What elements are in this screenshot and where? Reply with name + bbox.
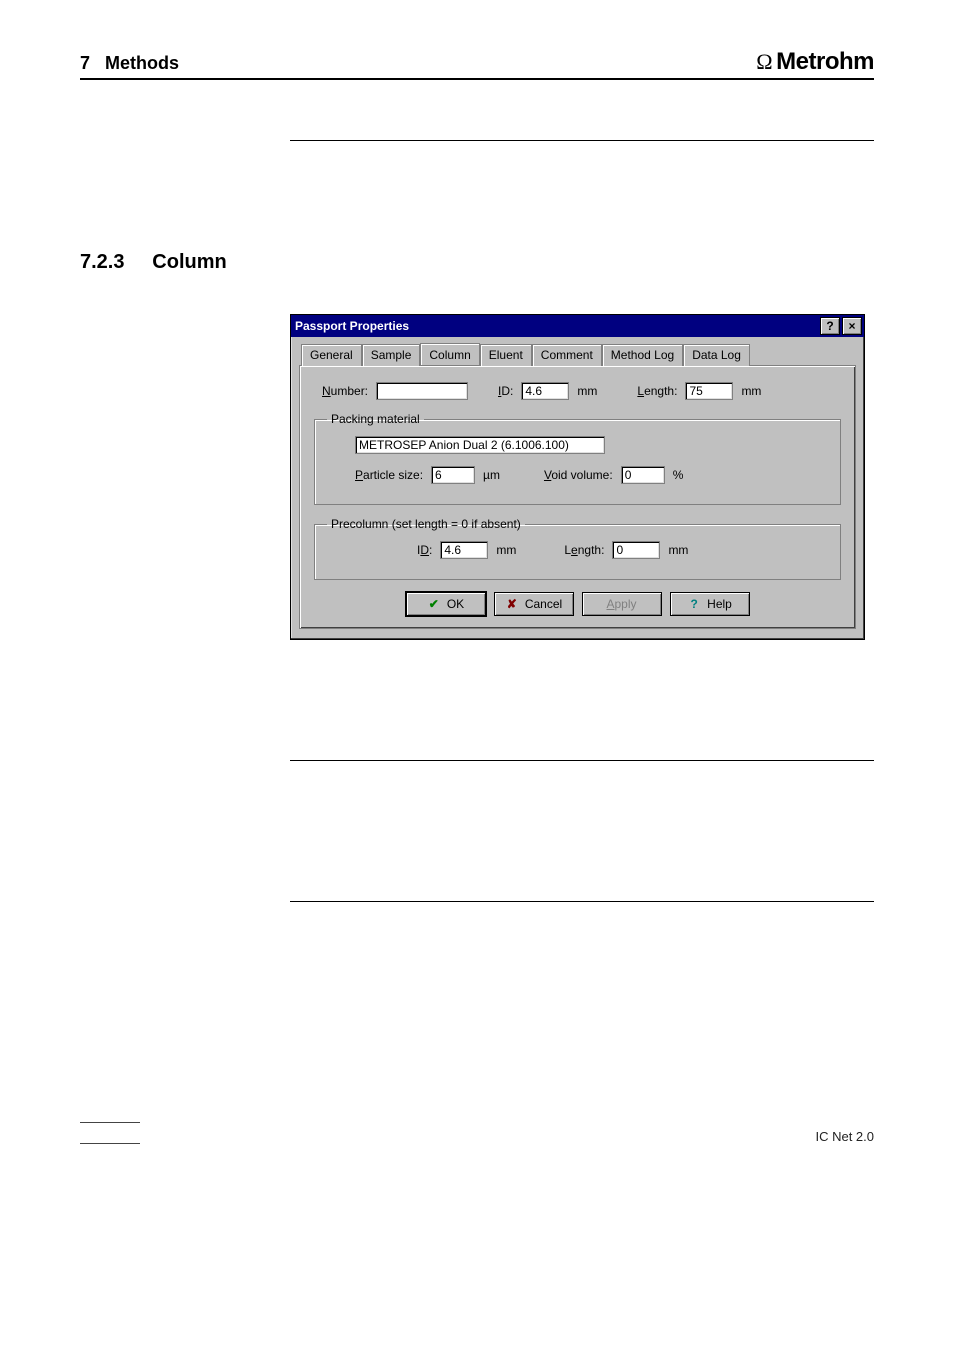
help-label: Help	[707, 597, 732, 611]
precolumn-id-unit: mm	[496, 543, 516, 557]
particle-unit: µm	[483, 468, 500, 482]
section-name: Methods	[105, 53, 179, 73]
ok-label: OK	[447, 597, 464, 611]
cross-icon: ✘	[505, 597, 519, 611]
divider	[290, 901, 874, 902]
tab-column[interactable]: Column	[420, 343, 479, 365]
brand-text: Metrohm	[776, 48, 874, 76]
apply-button[interactable]: Apply	[582, 592, 662, 616]
number-input[interactable]	[376, 382, 468, 400]
tab-panel-column: Number: ID: mm Length: mm Pa	[299, 365, 856, 629]
page-footer: IC Net 2.0	[80, 1122, 874, 1144]
cancel-button[interactable]: ✘ Cancel	[494, 592, 574, 616]
check-icon: ✔	[427, 597, 441, 611]
void-volume-input[interactable]	[621, 466, 665, 484]
length-unit: mm	[741, 384, 761, 398]
dialog-titlebar: Passport Properties ? ×	[291, 315, 864, 337]
precolumn-id-label: ID:	[417, 543, 432, 557]
page-header: 7 Methods ΩMetrohm	[80, 48, 874, 80]
id-unit: mm	[577, 384, 597, 398]
tab-strip: General Sample Column Eluent Comment Met…	[299, 343, 856, 365]
precolumn-group: Precolumn (set length = 0 if absent) ID:…	[314, 517, 841, 580]
omega-icon: Ω	[756, 49, 772, 75]
number-label: Number:	[322, 384, 368, 398]
tab-method-log[interactable]: Method Log	[602, 344, 683, 366]
ok-button[interactable]: ✔ OK	[406, 592, 486, 616]
help-button[interactable]: ? Help	[670, 592, 750, 616]
packing-legend: Packing material	[327, 412, 424, 426]
apply-label: Apply	[606, 597, 636, 611]
precolumn-length-input[interactable]	[612, 541, 660, 559]
id-label: ID:	[498, 384, 513, 398]
precolumn-legend: Precolumn (set length = 0 if absent)	[327, 517, 525, 531]
divider	[290, 760, 874, 761]
subsection-number: 7.2.3	[80, 251, 124, 273]
brand-logo: ΩMetrohm	[756, 48, 874, 76]
precolumn-length-unit: mm	[668, 543, 688, 557]
divider	[290, 140, 874, 141]
id-input[interactable]	[521, 382, 569, 400]
packing-name-input[interactable]	[355, 436, 605, 454]
section-number: 7	[80, 53, 90, 73]
void-volume-label: Void volume:	[544, 468, 613, 482]
subsection-heading: 7.2.3 Column	[80, 251, 874, 274]
tab-data-log[interactable]: Data Log	[683, 344, 750, 366]
tab-general[interactable]: General	[301, 344, 362, 366]
cancel-label: Cancel	[525, 597, 562, 611]
dialog-buttons: ✔ OK ✘ Cancel Apply ?	[314, 592, 841, 616]
precolumn-length-label: Length:	[564, 543, 604, 557]
section-breadcrumb: 7 Methods	[80, 53, 179, 74]
question-icon: ?	[687, 597, 701, 611]
particle-size-input[interactable]	[431, 466, 475, 484]
length-input[interactable]	[685, 382, 733, 400]
particle-size-label: Particle size:	[355, 468, 423, 482]
footer-product: IC Net 2.0	[815, 1129, 874, 1144]
precolumn-id-input[interactable]	[440, 541, 488, 559]
close-title-button[interactable]: ×	[842, 317, 862, 335]
help-title-button[interactable]: ?	[820, 317, 840, 335]
void-unit: %	[673, 468, 684, 482]
subsection-title: Column	[152, 251, 226, 273]
tab-sample[interactable]: Sample	[362, 344, 421, 366]
tab-eluent[interactable]: Eluent	[480, 344, 532, 366]
passport-properties-dialog: Passport Properties ? × General Sample C…	[290, 314, 865, 640]
dialog-title: Passport Properties	[295, 319, 818, 333]
packing-material-group: Packing material Particle size: µm Void …	[314, 412, 841, 505]
tab-comment[interactable]: Comment	[532, 344, 602, 366]
page-number-box	[80, 1122, 140, 1144]
length-label: Length:	[637, 384, 677, 398]
